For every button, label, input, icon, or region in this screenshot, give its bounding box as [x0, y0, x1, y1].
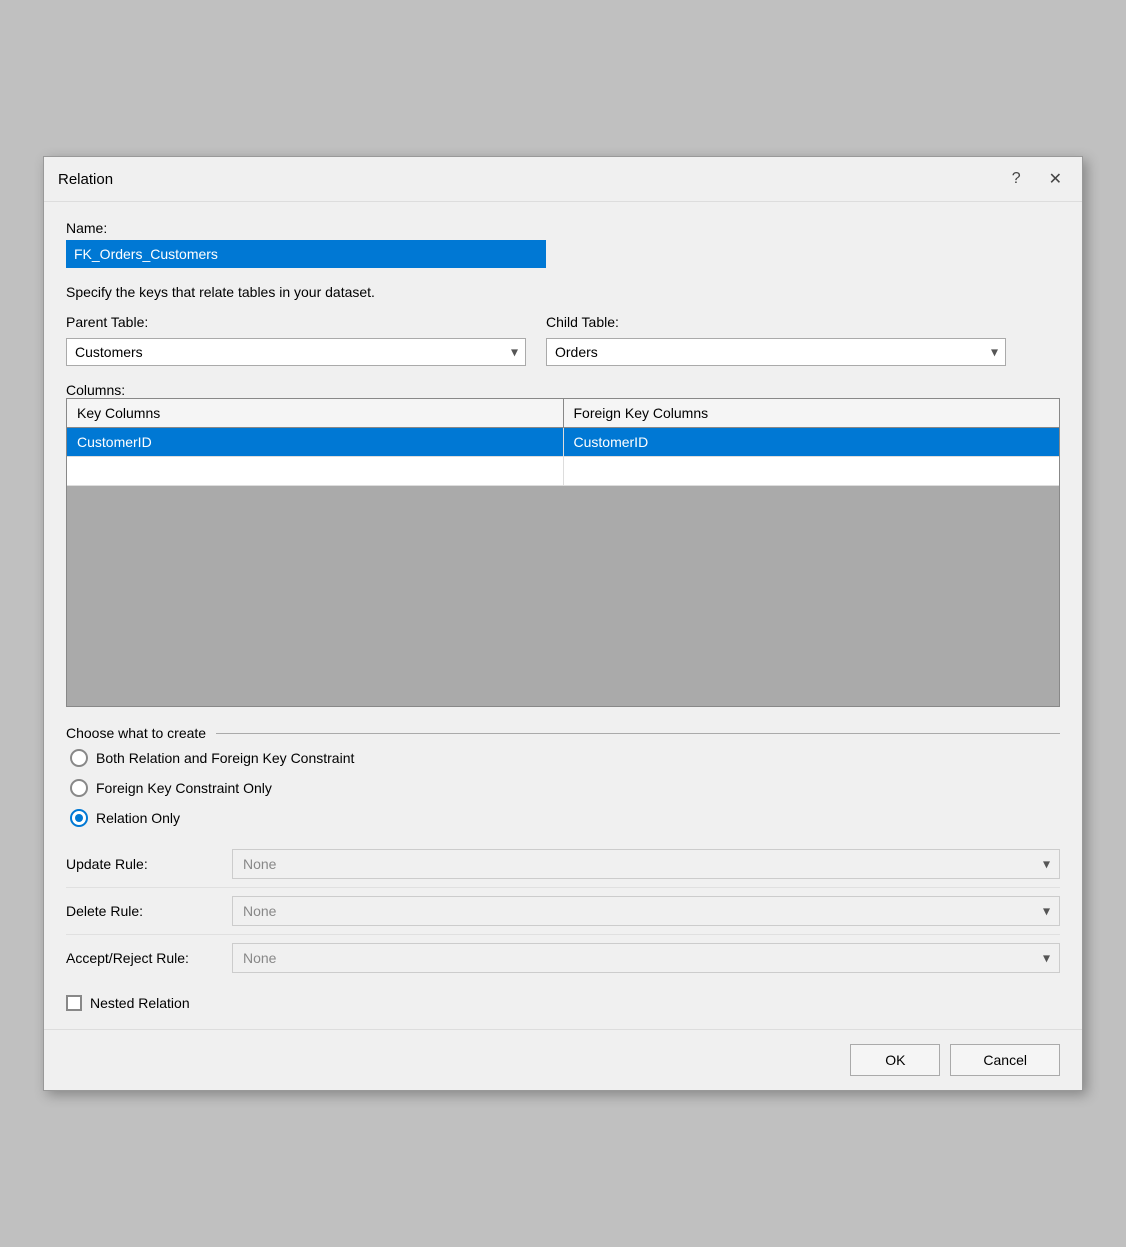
dialog-body: Name: Specify the keys that relate table… — [44, 202, 1082, 1029]
parent-table-group: Parent Table: Customers Orders — [66, 314, 526, 366]
rules-section: Update Rule: None Cascade SetNull SetDef… — [66, 841, 1060, 981]
relation-dialog: Relation ? ✕ Name: Specify the keys that… — [43, 156, 1083, 1091]
name-input[interactable] — [66, 240, 546, 268]
columns-header-row: Key Columns Foreign Key Columns — [67, 399, 1059, 428]
delete-rule-label: Delete Rule: — [66, 903, 216, 919]
accept-reject-rule-select-wrapper: None Cascade SetNull SetDefault — [232, 943, 1060, 973]
foreign-key-columns-header: Foreign Key Columns — [564, 399, 1060, 427]
delete-rule-select-wrapper: None Cascade SetNull SetDefault — [232, 896, 1060, 926]
key-cell: CustomerID — [67, 428, 564, 456]
radio-label-fk-only: Foreign Key Constraint Only — [96, 780, 272, 796]
parent-table-label: Parent Table: — [66, 314, 526, 330]
radio-circle-both — [70, 749, 88, 767]
radio-both[interactable]: Both Relation and Foreign Key Constraint — [70, 749, 1060, 767]
title-bar-controls: ? ✕ — [1006, 167, 1068, 191]
delete-rule-row: Delete Rule: None Cascade SetNull SetDef… — [66, 888, 1060, 935]
parent-table-select[interactable]: Customers Orders — [66, 338, 526, 366]
update-rule-select-wrapper: None Cascade SetNull SetDefault — [232, 849, 1060, 879]
columns-section: Columns: Key Columns Foreign Key Columns… — [66, 376, 1060, 707]
name-label: Name: — [66, 220, 1060, 236]
table-row[interactable]: CustomerID CustomerID — [67, 428, 1059, 457]
update-rule-label: Update Rule: — [66, 856, 216, 872]
radio-label-relation-only: Relation Only — [96, 810, 180, 826]
ok-button[interactable]: OK — [850, 1044, 940, 1076]
foreign-key-cell: CustomerID — [564, 428, 1060, 456]
title-bar-left: Relation — [58, 171, 113, 188]
update-rule-select[interactable]: None Cascade SetNull SetDefault — [232, 849, 1060, 879]
accept-reject-rule-label: Accept/Reject Rule: — [66, 950, 216, 966]
columns-gray-area — [67, 486, 1059, 706]
choose-label: Choose what to create — [66, 725, 206, 741]
accept-reject-rule-select[interactable]: None Cascade SetNull SetDefault — [232, 943, 1060, 973]
divider-row: Choose what to create — [66, 725, 1060, 741]
divider-line — [216, 733, 1060, 734]
columns-label: Columns: — [66, 382, 1060, 398]
help-button[interactable]: ? — [1006, 168, 1027, 190]
columns-table: Key Columns Foreign Key Columns Customer… — [66, 398, 1060, 707]
radio-dot-relation-only — [75, 814, 83, 822]
table-row[interactable] — [67, 457, 1059, 486]
key-columns-header: Key Columns — [67, 399, 564, 427]
cancel-button[interactable]: Cancel — [950, 1044, 1060, 1076]
foreign-key-cell-empty — [564, 457, 1060, 485]
radio-label-both: Both Relation and Foreign Key Constraint — [96, 750, 354, 766]
radio-circle-fk-only — [70, 779, 88, 797]
description-text: Specify the keys that relate tables in y… — [66, 284, 1060, 300]
key-cell-empty — [67, 457, 564, 485]
parent-table-select-wrapper: Customers Orders — [66, 338, 526, 366]
choose-section: Choose what to create Both Relation and … — [66, 717, 1060, 827]
nested-relation-label: Nested Relation — [90, 995, 190, 1011]
table-selects-row: Parent Table: Customers Orders Child Tab… — [66, 314, 1060, 366]
dialog-footer: OK Cancel — [44, 1029, 1082, 1090]
radio-relation-only[interactable]: Relation Only — [70, 809, 1060, 827]
title-bar: Relation ? ✕ — [44, 157, 1082, 202]
radio-group: Both Relation and Foreign Key Constraint… — [66, 749, 1060, 827]
child-table-label: Child Table: — [546, 314, 1006, 330]
accept-reject-rule-row: Accept/Reject Rule: None Cascade SetNull… — [66, 935, 1060, 981]
delete-rule-select[interactable]: None Cascade SetNull SetDefault — [232, 896, 1060, 926]
radio-circle-relation-only — [70, 809, 88, 827]
nested-relation-row: Nested Relation — [66, 995, 1060, 1011]
dialog-title: Relation — [58, 171, 113, 188]
update-rule-row: Update Rule: None Cascade SetNull SetDef… — [66, 841, 1060, 888]
name-section: Name: — [66, 220, 1060, 268]
child-table-select-wrapper: Orders Customers — [546, 338, 1006, 366]
nested-relation-checkbox[interactable] — [66, 995, 82, 1011]
close-button[interactable]: ✕ — [1043, 167, 1068, 191]
child-table-group: Child Table: Orders Customers — [546, 314, 1006, 366]
child-table-select[interactable]: Orders Customers — [546, 338, 1006, 366]
radio-fk-only[interactable]: Foreign Key Constraint Only — [70, 779, 1060, 797]
